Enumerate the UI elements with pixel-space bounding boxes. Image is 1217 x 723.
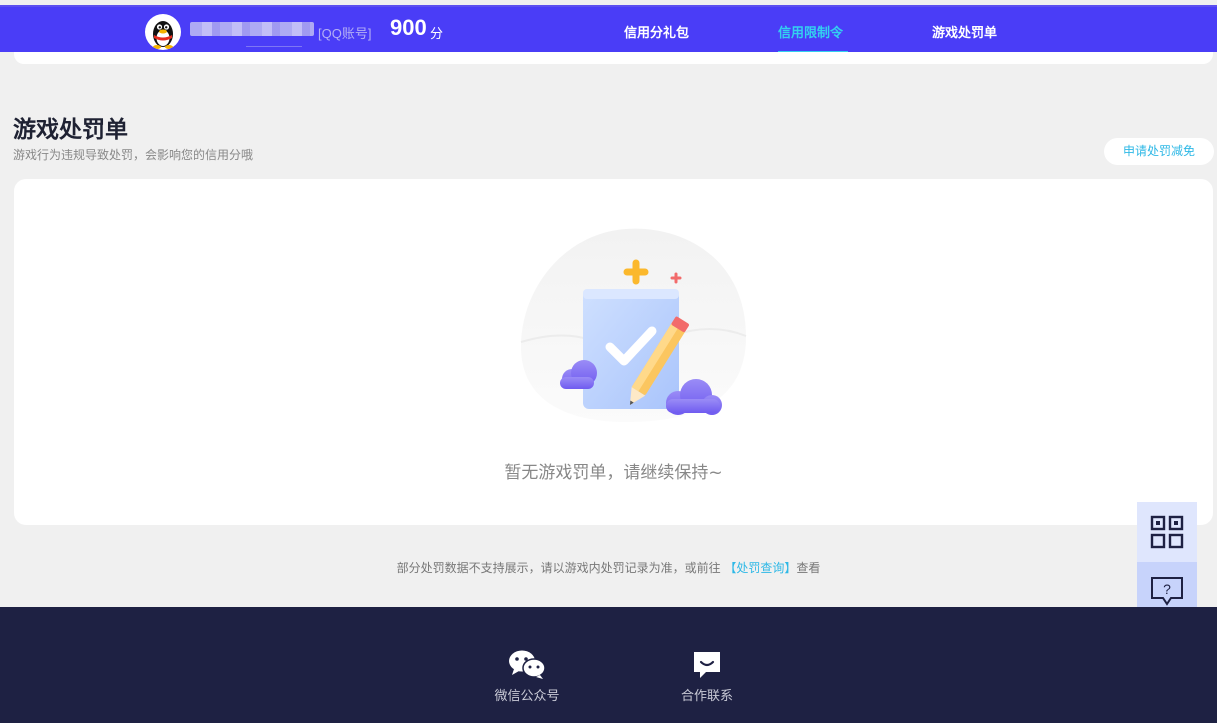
qr-code-button[interactable]	[1137, 502, 1197, 562]
penalty-query-link[interactable]: 【处罚查询】	[724, 561, 796, 575]
penalty-list-card: 暂无游戏罚单，请继续保持~	[14, 179, 1213, 525]
qq-penguin-icon	[153, 21, 173, 49]
footer-business-contact[interactable]: 合作联系	[662, 647, 752, 704]
username-underline	[246, 46, 302, 47]
nav-credit-restriction[interactable]: 信用限制令	[778, 22, 843, 41]
footer-wechat-label: 微信公众号	[494, 689, 560, 704]
username-masked	[190, 22, 314, 36]
credit-score-unit: 分	[430, 27, 444, 42]
nav-credit-gift[interactable]: 信用分礼包	[624, 22, 689, 41]
account-type-tag: [QQ账号]	[318, 26, 372, 41]
apply-penalty-reduction-button[interactable]: 申请处罚减免	[1104, 138, 1214, 165]
penalty-data-note: 部分处罚数据不支持展示，请以游戏内处罚记录为准，或前往 【处罚查询】查看	[0, 559, 1217, 576]
chat-bubble-icon	[694, 652, 720, 678]
nav-game-penalty[interactable]: 游戏处罚单	[932, 22, 997, 41]
credit-score: 900	[390, 15, 427, 40]
qr-code-icon	[1150, 515, 1184, 549]
empty-checklist-illustration	[520, 228, 747, 422]
empty-state-message: 暂无游戏罚单，请继续保持~	[504, 463, 723, 483]
note-prefix: 部分处罚数据不支持展示，请以游戏内处罚记录为准，或前往	[396, 561, 721, 575]
wechat-icon	[509, 650, 546, 679]
page-footer: 微信公众号 合作联系	[0, 607, 1217, 723]
footer-wechat-official[interactable]: 微信公众号	[482, 647, 572, 704]
note-suffix: 查看	[796, 561, 821, 575]
help-chat-icon: ?	[1151, 577, 1183, 606]
section-title: 游戏处罚单	[13, 117, 128, 143]
top-nav-bar: [QQ账号] 900 分 信用分礼包 信用限制令 游戏处罚单	[0, 5, 1217, 54]
footer-contact-label: 合作联系	[680, 689, 733, 704]
user-avatar[interactable]	[145, 14, 181, 50]
svg-text:?: ?	[1163, 581, 1171, 597]
previous-card-bottom	[14, 52, 1213, 64]
section-subtitle: 游戏行为违规导致处罚，会影响您的信用分哦	[13, 148, 254, 162]
